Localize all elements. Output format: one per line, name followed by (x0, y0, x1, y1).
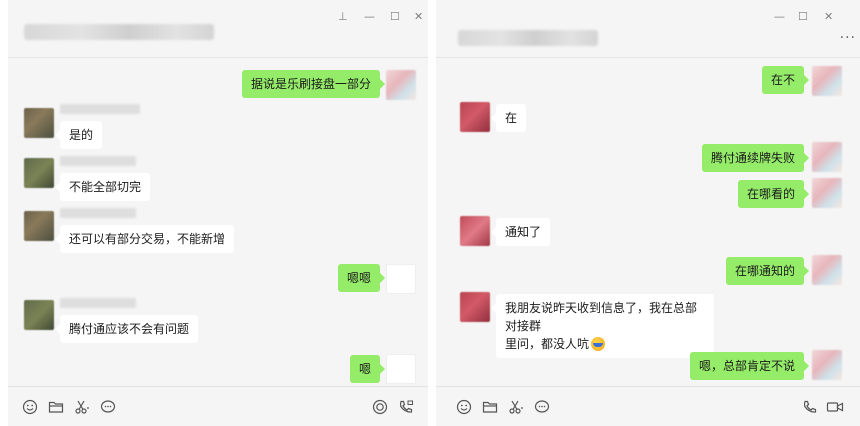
contact-avatar[interactable] (24, 158, 54, 188)
message-bubble-outgoing[interactable]: 在不 (761, 66, 810, 94)
chat-bubble-icon[interactable] (100, 399, 116, 415)
contact-avatar[interactable] (24, 211, 54, 241)
sender-name-blurred (60, 298, 136, 308)
live-icon[interactable] (372, 399, 388, 415)
video-call-icon[interactable] (398, 399, 414, 415)
close-icon[interactable]: ✕ (824, 10, 833, 23)
maximize-icon[interactable]: ☐ (390, 10, 400, 23)
more-options-icon[interactable]: ··· (840, 30, 856, 46)
contact-avatar[interactable] (460, 102, 490, 132)
message-bubble-incoming[interactable]: 通知了 (490, 218, 551, 246)
chat-bubble-icon[interactable] (534, 399, 550, 415)
chat-window-left: ⊥ — ☐ ✕ 据说是乐刷接盘一部分 是的 不能全部切完 还可以有部分交易，不能… (8, 0, 428, 426)
message-bubble-outgoing[interactable]: 在哪通知的 (725, 257, 810, 285)
chat-window-right: — ☐ ✕ ··· 在不 在 腾付通续牌失败 在哪看的 通知了 在哪通知的 我朋… (436, 0, 860, 426)
emoji-icon[interactable] (22, 399, 38, 415)
message-bubble-outgoing[interactable]: 据说是乐刷接盘一部分 (241, 70, 386, 98)
my-avatar[interactable] (812, 350, 842, 380)
contact-avatar[interactable] (24, 108, 54, 138)
my-avatar[interactable] (386, 354, 416, 384)
my-avatar[interactable] (812, 66, 842, 96)
my-avatar[interactable] (386, 264, 416, 294)
sender-name-blurred (60, 208, 136, 218)
message-line: 我朋友说昨天收到信息了，我在总部对接群 (505, 301, 698, 333)
message-bubble-incoming[interactable]: 我朋友说昨天收到信息了，我在总部对接群 里问，都没人吭 (491, 294, 714, 358)
contact-avatar[interactable] (460, 292, 490, 322)
message-list[interactable]: 在不 在 腾付通续牌失败 在哪看的 通知了 在哪通知的 我朋友说昨天收到信息了，… (436, 58, 860, 386)
scissors-icon[interactable] (508, 399, 524, 415)
title-bar: — ☐ ✕ ··· (436, 0, 860, 58)
folder-icon[interactable] (482, 399, 498, 415)
message-bubble-incoming[interactable]: 还可以有部分交易，不能新增 (54, 225, 235, 253)
message-line: 里问，都没人吭 (505, 335, 705, 353)
message-list[interactable]: 据说是乐刷接盘一部分 是的 不能全部切完 还可以有部分交易，不能新增 嗯嗯 腾付… (8, 58, 428, 386)
my-avatar[interactable] (812, 142, 842, 172)
contact-avatar[interactable] (24, 300, 54, 330)
minimize-icon[interactable]: — (364, 10, 375, 23)
my-avatar[interactable] (812, 255, 842, 285)
pin-icon[interactable]: ⊥ (338, 10, 348, 23)
emoji-icon[interactable] (456, 399, 472, 415)
folder-icon[interactable] (48, 399, 64, 415)
my-avatar[interactable] (812, 178, 842, 208)
message-bubble-outgoing[interactable]: 嗯嗯 (337, 264, 386, 292)
message-bubble-outgoing[interactable]: 嗯 (349, 355, 386, 383)
message-bubble-outgoing[interactable]: 嗯，总部肯定不说 (689, 352, 810, 380)
emoji-sticker-icon (591, 337, 606, 351)
minimize-icon[interactable]: — (774, 10, 785, 23)
contact-name-blurred (24, 24, 214, 40)
message-bubble-outgoing[interactable]: 在哪看的 (737, 180, 810, 208)
maximize-icon[interactable]: ☐ (798, 10, 808, 23)
scissors-icon[interactable] (74, 399, 90, 415)
sender-name-blurred (60, 104, 140, 114)
phone-icon[interactable] (802, 399, 818, 415)
message-bubble-incoming[interactable]: 是的 (54, 121, 103, 149)
message-bubble-incoming[interactable]: 在 (490, 104, 527, 132)
message-bubble-incoming[interactable]: 腾付通应该不会有问题 (54, 315, 199, 343)
my-avatar[interactable] (386, 70, 416, 100)
message-bubble-outgoing[interactable]: 腾付通续牌失败 (701, 144, 810, 172)
contact-avatar[interactable] (460, 216, 490, 246)
video-icon[interactable] (826, 399, 844, 415)
contact-name-blurred (458, 30, 598, 46)
title-bar: ⊥ — ☐ ✕ (8, 0, 428, 58)
input-toolbar (436, 386, 860, 426)
message-bubble-incoming[interactable]: 不能全部切完 (54, 173, 151, 201)
window-gap (428, 0, 436, 426)
close-icon[interactable]: ✕ (414, 10, 423, 23)
input-toolbar (8, 386, 428, 426)
sender-name-blurred (60, 156, 136, 166)
